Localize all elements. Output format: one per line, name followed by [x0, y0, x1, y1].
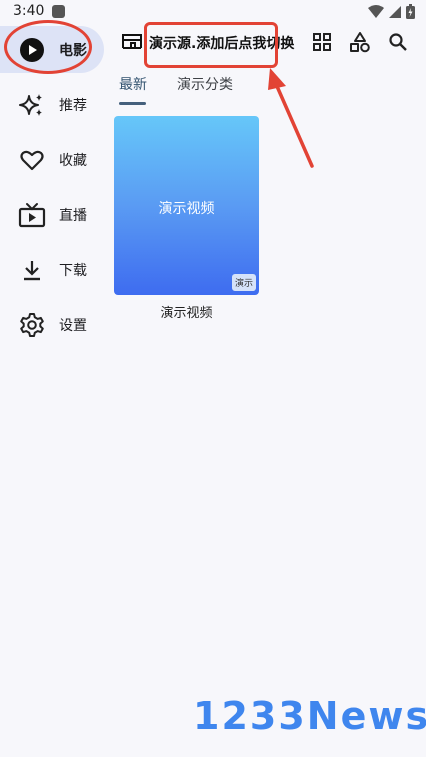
sidebar-item-recommend[interactable]: 推荐 — [0, 81, 104, 128]
grid-icon[interactable] — [310, 30, 334, 54]
sidebar-item-settings[interactable]: 设置 — [0, 301, 104, 348]
search-icon[interactable] — [386, 30, 410, 54]
video-caption[interactable]: 演示视频 — [114, 302, 259, 321]
signal-icon — [389, 5, 401, 18]
sidebar-item-movies[interactable]: 电影 — [0, 26, 104, 73]
play-circle-icon — [18, 36, 46, 64]
sidebar-item-favorites[interactable]: 收藏 — [0, 136, 104, 183]
tv-icon — [18, 201, 46, 229]
sidebar-item-live[interactable]: 直播 — [0, 191, 104, 238]
sidebar-item-label: 设置 — [59, 317, 87, 334]
status-bar: 3:40 — [0, 0, 426, 26]
source-switch-icon[interactable] — [121, 31, 143, 55]
sidebar-item-label: 推荐 — [59, 97, 87, 114]
notification-icon — [52, 5, 65, 18]
status-time: 3:40 — [13, 3, 45, 19]
tab-indicator — [119, 102, 146, 105]
gear-icon — [18, 311, 46, 339]
status-icons — [368, 4, 415, 19]
source-title-button[interactable]: 演示源.添加后点我切换 — [149, 33, 294, 53]
battery-icon — [406, 4, 415, 19]
sparkle-icon — [18, 91, 46, 119]
sidebar-item-label: 下载 — [59, 262, 87, 279]
wifi-icon — [368, 4, 384, 18]
annotation-arrow — [268, 68, 314, 168]
video-badge: 演示 — [231, 274, 256, 291]
shapes-icon[interactable] — [348, 30, 372, 54]
heart-icon — [18, 146, 46, 174]
sidebar-item-label: 电影 — [59, 42, 87, 59]
video-card[interactable]: 演示视频 演示 — [114, 116, 259, 295]
tab-demo-category[interactable]: 演示分类 — [177, 74, 233, 94]
sidebar-item-label: 直播 — [59, 207, 87, 224]
video-thumbnail-title: 演示视频 — [158, 201, 215, 217]
download-icon — [18, 256, 46, 284]
sidebar-item-label: 收藏 — [59, 152, 87, 169]
watermark-logo: 1233News — [193, 694, 426, 738]
tab-latest[interactable]: 最新 — [119, 74, 147, 94]
sidebar-item-downloads[interactable]: 下载 — [0, 246, 104, 293]
